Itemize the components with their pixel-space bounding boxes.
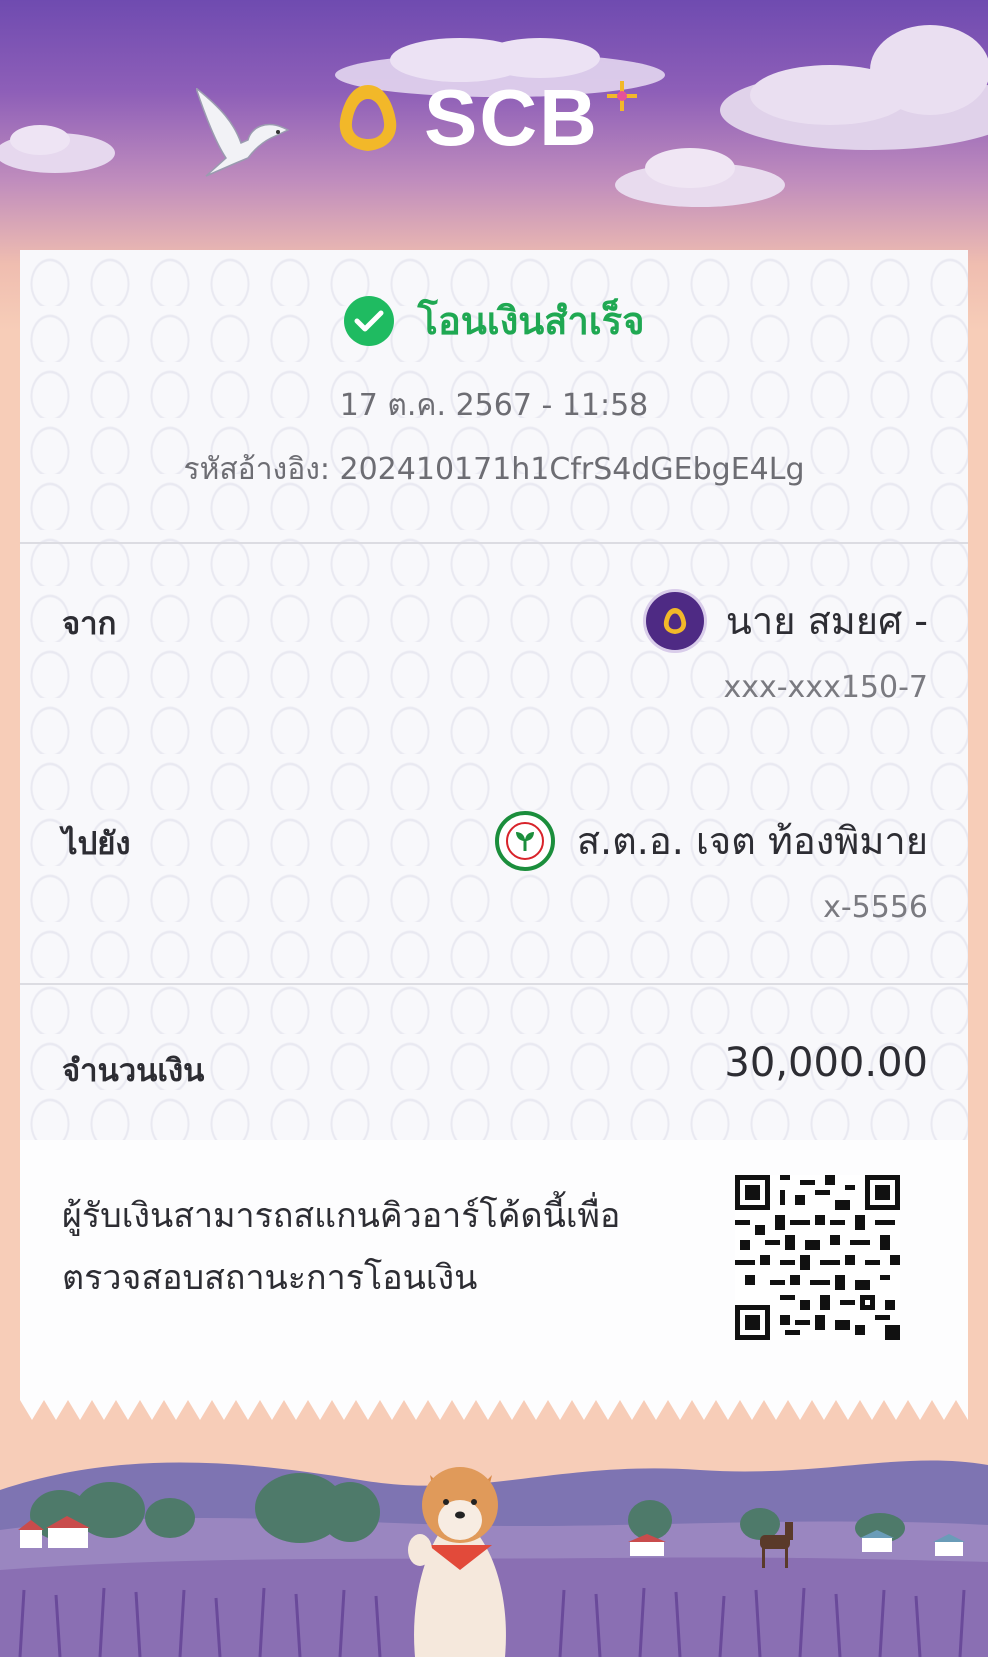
divider [20,542,968,544]
scb-logo: SCB [330,78,639,158]
success-check-icon [343,295,394,346]
receipt-card: โอนเงินสำเร็จ 17 ต.ค. 2567 - 11:58 รหัสอ… [20,250,968,1400]
sparkle-icon [606,81,637,111]
sender: นาย สมยศ - [645,590,928,651]
transaction-datetime: 17 ต.ค. 2567 - 11:58 [339,388,649,423]
amount-label: จำนวนเงิน [62,1053,205,1089]
recipient: ส.ต.อ. เจต ท้องพิมาย [494,810,928,871]
bird-icon [196,88,290,177]
sender-name: นาย สมยศ - [725,599,928,643]
cloud-decoration [0,125,115,173]
qr-instruction: ผู้รับเงินสามารถสแกนคิวอาร์โค้ดนี้เพื่อต… [62,1196,621,1298]
from-label: จาก [62,606,117,642]
reference-number: รหัสอ้างอิง: 202410171h1CfrS4dGEbgE4Lg [183,452,805,487]
brand-name: SCB [424,73,599,162]
recipient-name: ส.ต.อ. เจต ท้องพิมาย [576,819,928,863]
to-label: ไปยัง [62,826,131,862]
landscape-illustration [0,1460,988,1657]
scb-bank-icon [645,591,704,650]
sender-account: xxx-xxx150-7 [723,670,928,705]
amount-value: 30,000.00 [724,1040,928,1086]
divider [20,983,968,985]
cloud-decoration [720,25,988,150]
scb-emblem-icon [339,85,397,151]
recipient-account: x-5556 [823,890,928,925]
qr-code-icon[interactable] [735,1175,900,1340]
kbank-bank-icon [494,810,555,871]
receipt-torn-edge [20,1398,968,1420]
status-row: โอนเงินสำเร็จ [20,290,968,351]
status-text: โอนเงินสำเร็จ [417,299,645,343]
